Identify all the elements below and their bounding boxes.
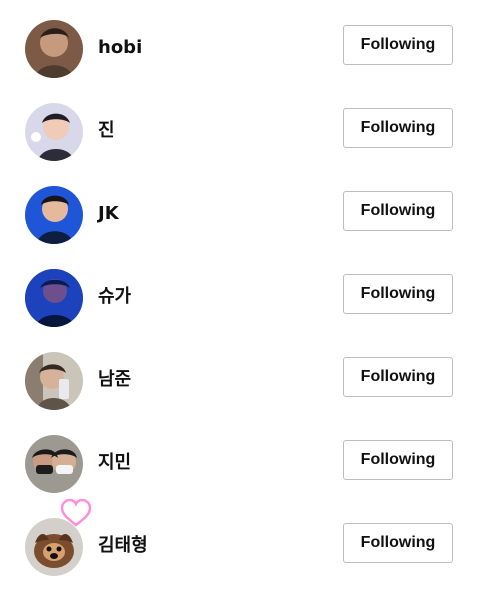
- following-button[interactable]: Following: [343, 108, 453, 148]
- avatar-photo-hobi: [25, 20, 83, 78]
- list-item[interactable]: 진 Following: [0, 91, 480, 173]
- username[interactable]: 김태형: [98, 534, 148, 558]
- username[interactable]: hobi: [98, 36, 142, 60]
- list-item[interactable]: 지민 Following: [0, 423, 480, 505]
- following-list: hobi Following 진 Following JK Following …: [0, 0, 480, 612]
- avatar[interactable]: [25, 186, 83, 244]
- list-item[interactable]: 남준 Following: [0, 340, 480, 422]
- heart-icon: [58, 498, 94, 528]
- following-button[interactable]: Following: [343, 357, 453, 397]
- following-button[interactable]: Following: [343, 440, 453, 480]
- list-item[interactable]: JK Following: [0, 174, 480, 256]
- username[interactable]: 슈가: [98, 285, 131, 309]
- username[interactable]: 진: [98, 119, 115, 143]
- list-item[interactable]: 슈가 Following: [0, 257, 480, 339]
- avatar-photo-jin: [25, 103, 83, 161]
- list-item[interactable]: 김태형 Following: [0, 498, 480, 588]
- avatar[interactable]: [25, 352, 83, 410]
- list-item[interactable]: hobi Following: [0, 8, 480, 90]
- following-button[interactable]: Following: [343, 25, 453, 65]
- username[interactable]: JK: [98, 202, 119, 226]
- avatar[interactable]: [25, 269, 83, 327]
- following-button[interactable]: Following: [343, 523, 453, 563]
- avatar-photo-suga: [25, 269, 83, 327]
- username[interactable]: 지민: [98, 451, 131, 475]
- avatar-photo-namjoon: [25, 352, 83, 410]
- avatar[interactable]: [25, 103, 83, 161]
- avatar-photo-jimin: [25, 435, 83, 493]
- following-button[interactable]: Following: [343, 274, 453, 314]
- avatar-photo-jk: [25, 186, 83, 244]
- avatar[interactable]: [25, 20, 83, 78]
- username[interactable]: 남준: [98, 368, 131, 392]
- avatar[interactable]: [25, 435, 83, 493]
- following-button[interactable]: Following: [343, 191, 453, 231]
